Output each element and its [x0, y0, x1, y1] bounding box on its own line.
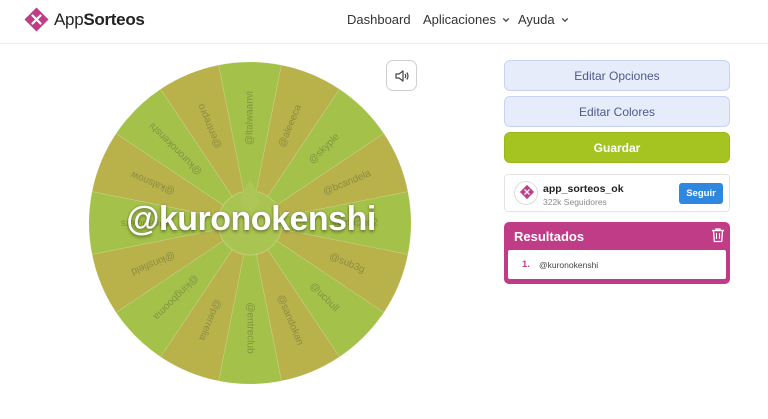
logo-text: AppSorteos [54, 9, 145, 29]
edit-options-button[interactable]: Editar Opciones [504, 60, 730, 91]
follow-button[interactable]: Seguir [679, 183, 723, 204]
winner-name: @kuronokenshi [126, 200, 376, 238]
edit-colors-button[interactable]: Editar Colores [504, 96, 730, 127]
top-navbar: AppSorteos Dashboard Aplicaciones Ayuda [0, 0, 768, 44]
save-button[interactable]: Guardar [504, 132, 730, 163]
results-panel: Resultados 1. @kuronokenshi [504, 222, 730, 284]
profile-card: app_sorteos_ok 322k Seguidores Seguir [504, 174, 730, 212]
logo-icon [24, 7, 49, 32]
results-list: 1. @kuronokenshi [508, 250, 726, 279]
avatar[interactable] [514, 181, 538, 205]
nav-aplicaciones[interactable]: Aplicaciones [423, 12, 510, 27]
trash-icon[interactable] [711, 227, 725, 243]
result-name: @kuronokenshi [539, 260, 599, 270]
follower-count: 322k Seguidores [543, 197, 607, 207]
sound-toggle-button[interactable] [386, 60, 417, 91]
profile-name[interactable]: app_sorteos_ok [543, 183, 624, 195]
result-number: 1. [522, 259, 530, 270]
chevron-down-icon [561, 17, 568, 22]
app-logo[interactable]: AppSorteos [24, 7, 145, 32]
nav-dashboard[interactable]: Dashboard [347, 12, 411, 27]
speaker-icon [394, 69, 409, 82]
chevron-down-icon [502, 17, 510, 22]
results-title: Resultados [514, 229, 585, 244]
nav-ayuda[interactable]: Ayuda [518, 12, 569, 27]
